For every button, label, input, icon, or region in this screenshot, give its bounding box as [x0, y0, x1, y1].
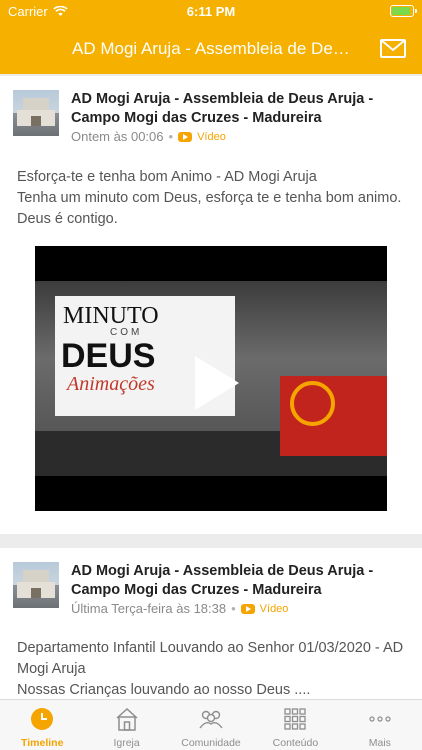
status-bar: Carrier 6:11 PM — [0, 0, 422, 22]
post-card[interactable]: AD Mogi Aruja - Assembleia de Deus Aruja… — [0, 548, 422, 699]
tab-label: Conteúdo — [272, 737, 319, 749]
youtube-icon — [240, 603, 255, 614]
tab-label: Comunidade — [181, 737, 241, 749]
thumb-text-minuto: MINUTO — [63, 303, 159, 329]
tab-label: Mais — [368, 737, 391, 749]
post-time: Última Terça-feira às 18:38 — [71, 601, 227, 616]
church-icon — [116, 707, 138, 731]
tab-label: Igreja — [113, 737, 140, 749]
post-type-label: Vídeo — [197, 130, 226, 143]
thumb-text-animacoes: Animações — [67, 373, 155, 395]
post-meta: Última Terça-feira às 18:38 • Vídeo — [71, 601, 288, 616]
thumb-text-deus: DEUS — [61, 337, 156, 375]
battery-icon — [390, 5, 417, 17]
tab-label: Timeline — [21, 737, 64, 749]
play-icon[interactable] — [195, 356, 239, 410]
church-avatar — [13, 562, 59, 608]
meta-separator: • — [231, 601, 236, 616]
flame-logo-icon — [290, 381, 335, 426]
clock-icon — [31, 708, 54, 730]
tab-timeline[interactable]: Timeline — [0, 700, 84, 750]
post-author[interactable]: AD Mogi Aruja - Assembleia de Deus Aruja… — [71, 562, 411, 600]
post-author[interactable]: AD Mogi Aruja - Assembleia de Deus Aruja… — [71, 90, 411, 128]
post-time: Ontem às 00:06 — [71, 129, 164, 144]
page-title: AD Mogi Aruja - Assembleia de Deus Aruja… — [72, 39, 357, 58]
nav-bar: AD Mogi Aruja - Assembleia de Deus Aruja… — [0, 22, 422, 74]
grid-icon — [284, 708, 307, 730]
timeline-feed[interactable]: AD Mogi Aruja - Assembleia de Deus Aruja… — [0, 74, 422, 699]
church-avatar — [13, 90, 59, 136]
post-type-label: Vídeo — [259, 602, 289, 615]
tab-comunidade[interactable]: Comunidade — [169, 700, 253, 750]
meta-separator: • — [168, 129, 174, 144]
status-time: 6:11 PM — [186, 4, 236, 19]
tab-bar: Timeline Igreja Comunidade Conteúdo Mais — [0, 699, 422, 750]
tab-conteudo[interactable]: Conteúdo — [253, 700, 337, 750]
more-icon — [369, 716, 391, 722]
post-card[interactable]: AD Mogi Aruja - Assembleia de Deus Aruja… — [0, 76, 422, 534]
post-text: Departamento Infantil Louvando ao Senhor… — [17, 640, 404, 698]
people-icon — [199, 710, 223, 729]
youtube-icon — [178, 131, 193, 142]
video-player[interactable]: MINUTO COM DEUS Animações — [35, 246, 387, 511]
post-meta: Ontem às 00:06 • Vídeo — [71, 129, 226, 144]
mail-icon[interactable] — [380, 39, 406, 58]
post-text: Esforça-te e tenha bom Animo - AD Mogi A… — [17, 169, 402, 227]
tab-mais[interactable]: Mais — [338, 700, 422, 750]
tab-igreja[interactable]: Igreja — [84, 700, 168, 750]
